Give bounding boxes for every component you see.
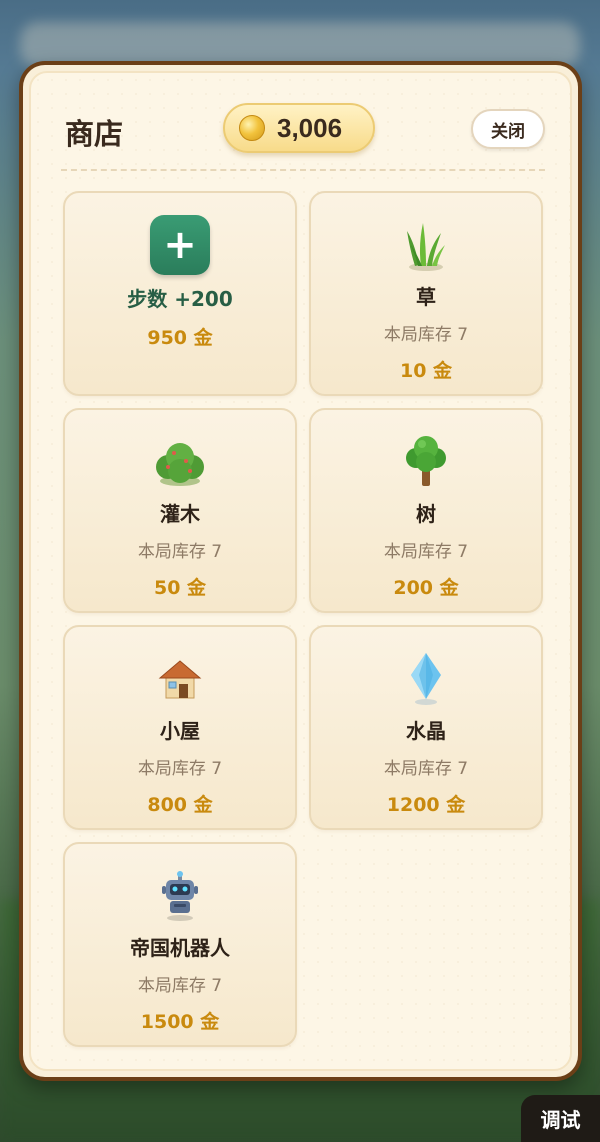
bush-icon bbox=[156, 443, 204, 486]
shop-item-robot[interactable]: 帝国机器人 本局库存 7 1500 金 bbox=[63, 842, 297, 1047]
shop-item-grass[interactable]: 草 本局库存 7 10 金 bbox=[309, 191, 543, 396]
shop-item-house[interactable]: 小屋 本局库存 7 800 金 bbox=[63, 625, 297, 830]
item-name: 帝国机器人 bbox=[130, 936, 230, 960]
item-name: 水晶 bbox=[406, 719, 446, 743]
shop-item-bush[interactable]: 灌木 本局库存 7 50 金 bbox=[63, 408, 297, 613]
header-divider bbox=[61, 169, 545, 171]
item-price: 950 金 bbox=[147, 327, 213, 349]
item-price: 1500 金 bbox=[140, 1011, 220, 1033]
item-name: 小屋 bbox=[160, 719, 200, 743]
item-stock: 本局库存 7 bbox=[383, 325, 469, 345]
item-name: 树 bbox=[416, 502, 436, 526]
robot-icon bbox=[162, 871, 198, 921]
plus-icon: + bbox=[150, 215, 210, 275]
shop-panel-content: 商店 3,006 关闭 + 步数 +200 950 金 草 本局库存 7 10 … bbox=[29, 71, 572, 1071]
item-price: 10 金 bbox=[399, 360, 453, 382]
item-name: 步数 +200 bbox=[127, 287, 233, 311]
shop-item-tree[interactable]: 树 本局库存 7 200 金 bbox=[309, 408, 543, 613]
item-stock: 本局库存 7 bbox=[137, 542, 223, 562]
item-price: 1200 金 bbox=[386, 794, 466, 816]
item-name: 灌木 bbox=[160, 502, 200, 526]
shop-title: 商店 bbox=[65, 117, 124, 151]
shop-item-grid: + 步数 +200 950 金 草 本局库存 7 10 金 灌木 本局库存 7 … bbox=[63, 191, 545, 1047]
item-stock: 本局库存 7 bbox=[137, 759, 223, 779]
item-price: 200 金 bbox=[393, 577, 459, 599]
shop-item-crystal[interactable]: 水晶 本局库存 7 1200 金 bbox=[309, 625, 543, 830]
house-icon bbox=[158, 660, 202, 699]
coin-balance: 3,006 bbox=[223, 103, 375, 153]
shop-panel: 商店 3,006 关闭 + 步数 +200 950 金 草 本局库存 7 10 … bbox=[19, 61, 582, 1081]
grass-icon bbox=[407, 223, 445, 271]
coin-icon bbox=[239, 115, 265, 141]
debug-button[interactable]: 调试 bbox=[521, 1095, 600, 1142]
item-price: 50 金 bbox=[153, 577, 207, 599]
coin-amount: 3,006 bbox=[277, 112, 343, 143]
item-name: 草 bbox=[416, 285, 436, 309]
shop-item-steps[interactable]: + 步数 +200 950 金 bbox=[63, 191, 297, 396]
tree-icon bbox=[406, 436, 446, 486]
item-price: 800 金 bbox=[147, 794, 213, 816]
item-stock: 本局库存 7 bbox=[383, 542, 469, 562]
crystal-icon bbox=[411, 653, 441, 705]
close-button[interactable]: 关闭 bbox=[471, 109, 545, 149]
item-stock: 本局库存 7 bbox=[383, 759, 469, 779]
item-stock: 本局库存 7 bbox=[137, 976, 223, 996]
